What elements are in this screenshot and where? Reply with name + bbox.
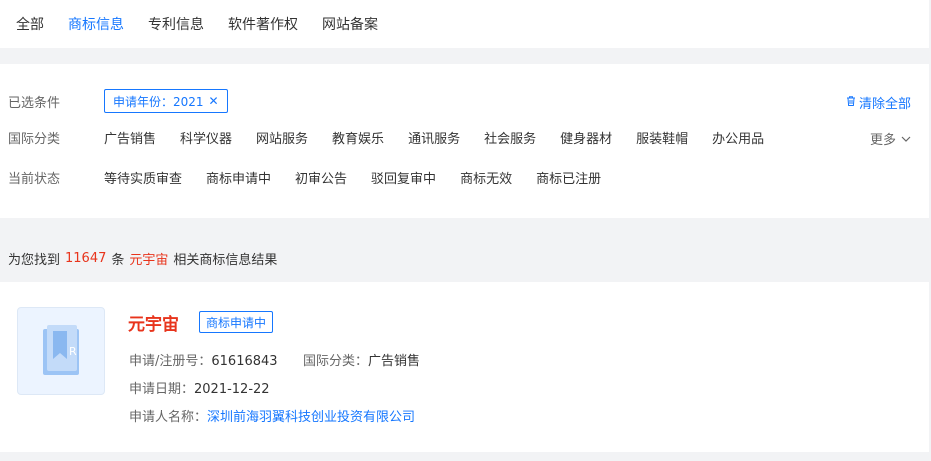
class-option[interactable]: 教育娱乐 [332, 128, 384, 147]
class-value: 广告销售 [368, 354, 421, 369]
book-icon: R [43, 325, 79, 375]
status-filter-row: 当前状态 等待实质审查 商标申请中 初审公告 驳回复审中 商标无效 商标已注册 [8, 165, 911, 189]
trash-icon [845, 95, 857, 110]
year-filter-chip[interactable]: 申请年份：2021 ✕ [104, 89, 228, 113]
tab-software-copyright[interactable]: 软件著作权 [228, 14, 298, 34]
search-keyword: 元宇宙 [129, 252, 169, 268]
international-class: 国际分类：广告销售 [303, 350, 420, 369]
chevron-down-icon [901, 132, 911, 145]
class-option[interactable]: 通讯服务 [408, 128, 460, 147]
selected-conditions-row: 已选条件 申请年份：2021 ✕ 清除全部 [8, 89, 911, 113]
trademark-result-card[interactable]: R 元宇宙 商标申请中 申请/注册号：61616843 国际分类：广告销售 申请… [0, 282, 929, 452]
result-count: 11647 [65, 250, 107, 266]
class-option[interactable]: 服装鞋帽 [636, 128, 688, 147]
logo-letter: R [69, 345, 77, 358]
class-option[interactable]: 社会服务 [484, 128, 536, 147]
status-option[interactable]: 驳回复审中 [371, 168, 436, 187]
applicant-link[interactable]: 深圳前海羽翼科技创业投资有限公司 [207, 410, 415, 425]
close-icon[interactable]: ✕ [209, 94, 219, 108]
class-filter-label: 国际分类 [8, 131, 61, 147]
more-label: 更多 [869, 133, 896, 148]
filter-panel: 已选条件 申请年份：2021 ✕ 清除全部 国际分类 广告销售 科学仪器 网站服… [0, 64, 929, 218]
clear-all-label: 清除全部 [858, 97, 911, 112]
reg-no-label: 申请/注册号： [129, 354, 212, 369]
summary-prefix: 为您找到 [8, 252, 61, 268]
class-option[interactable]: 健身器材 [560, 128, 612, 147]
status-option[interactable]: 等待实质审查 [104, 168, 182, 187]
more-button[interactable]: 更多 [870, 129, 911, 148]
result-summary: 为您找到 11647 条 元宇宙 相关商标信息结果 [0, 234, 929, 282]
applicant: 申请人名称：深圳前海羽翼科技创业投资有限公司 [129, 406, 415, 425]
selected-conditions-label: 已选条件 [8, 95, 61, 111]
summary-unit: 条 [111, 252, 125, 268]
reg-no-value: 61616843 [211, 354, 278, 369]
summary-suffix: 相关商标信息结果 [173, 252, 278, 268]
status-option[interactable]: 商标申请中 [206, 168, 271, 187]
tab-website-filing[interactable]: 网站备案 [322, 14, 378, 34]
year-filter-chip-label: 申请年份：2021 [113, 94, 204, 109]
status-option[interactable]: 商标已注册 [536, 168, 601, 187]
tab-trademark[interactable]: 商标信息 [68, 14, 124, 34]
status-badge: 商标申请中 [199, 311, 274, 333]
class-option[interactable]: 科学仪器 [180, 128, 232, 147]
status-options: 等待实质审查 商标申请中 初审公告 驳回复审中 商标无效 商标已注册 [104, 168, 625, 187]
application-date: 申请日期：2021-12-22 [129, 378, 270, 397]
status-option[interactable]: 初审公告 [295, 168, 347, 187]
class-options: 广告销售 科学仪器 网站服务 教育娱乐 通讯服务 社会服务 健身器材 服装鞋帽 … [104, 128, 788, 147]
status-filter-label: 当前状态 [8, 171, 61, 187]
class-label: 国际分类： [303, 354, 369, 369]
tab-all[interactable]: 全部 [16, 14, 44, 34]
date-label: 申请日期： [129, 382, 195, 397]
clear-all-button[interactable]: 清除全部 [845, 93, 911, 112]
applicant-label: 申请人名称： [129, 410, 208, 425]
class-option[interactable]: 网站服务 [256, 128, 308, 147]
class-option[interactable]: 广告销售 [104, 128, 156, 147]
registration-number: 申请/注册号：61616843 [129, 350, 278, 369]
trademark-logo[interactable]: R [17, 307, 105, 395]
tab-patent[interactable]: 专利信息 [148, 14, 204, 34]
category-tabs: 全部 商标信息 专利信息 软件著作权 网站备案 [0, 0, 929, 48]
date-value: 2021-12-22 [194, 382, 270, 397]
class-option[interactable]: 办公用品 [712, 128, 764, 147]
class-filter-row: 国际分类 广告销售 科学仪器 网站服务 教育娱乐 通讯服务 社会服务 健身器材 … [8, 125, 911, 149]
status-option[interactable]: 商标无效 [460, 168, 512, 187]
trademark-name[interactable]: 元宇宙 [128, 310, 179, 335]
